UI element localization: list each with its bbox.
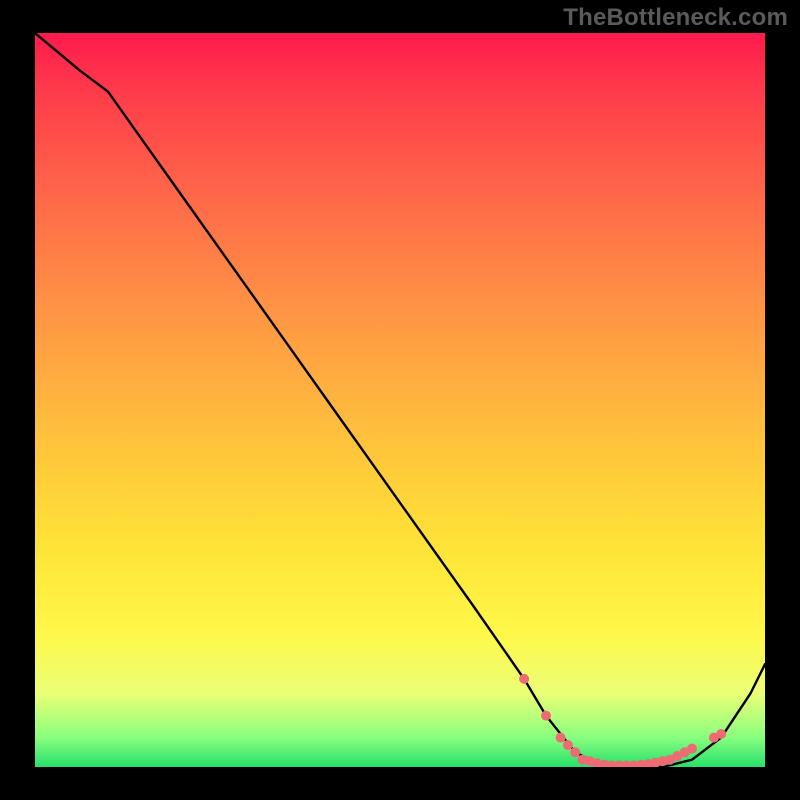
curve-line: [35, 33, 765, 767]
marker-dot: [716, 729, 726, 739]
watermark-text: TheBottleneck.com: [563, 4, 788, 32]
marker-dot: [570, 747, 580, 757]
marker-dot: [556, 733, 566, 743]
marker-dot: [541, 711, 551, 721]
marker-dot: [687, 744, 697, 754]
chart-frame: TheBottleneck.com: [0, 0, 800, 800]
marker-dot: [563, 740, 573, 750]
chart-overlay: [35, 33, 765, 767]
marker-dot: [519, 674, 529, 684]
